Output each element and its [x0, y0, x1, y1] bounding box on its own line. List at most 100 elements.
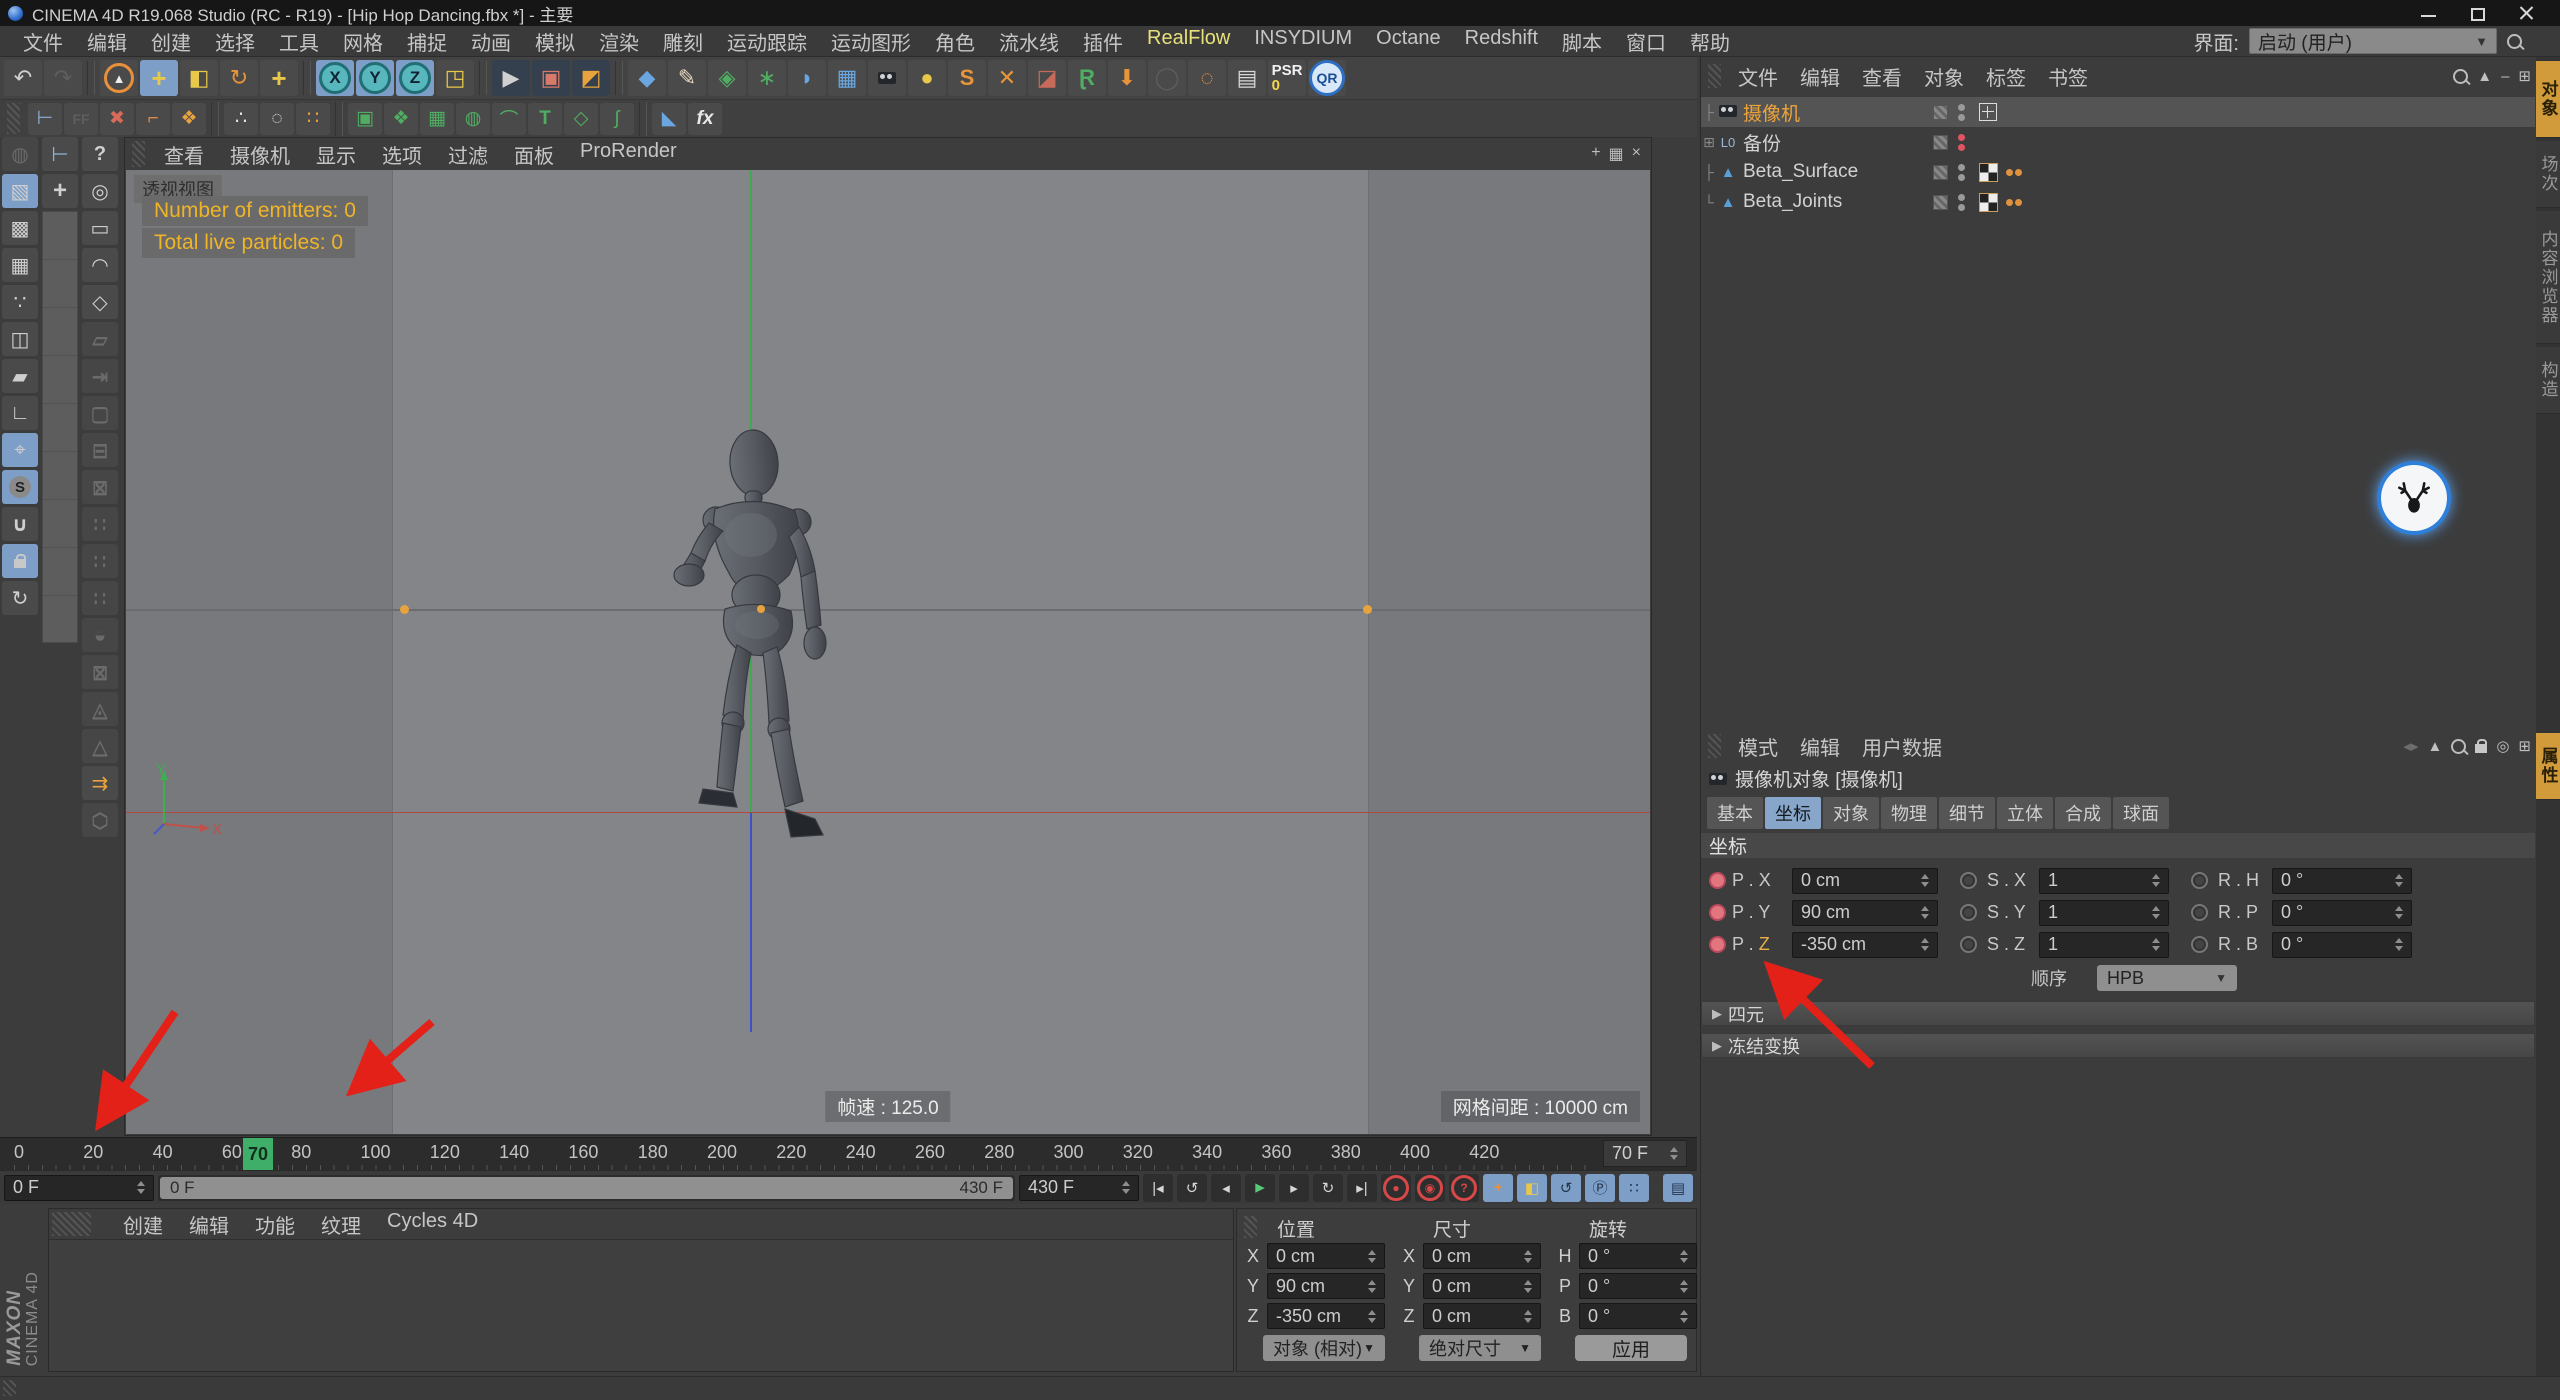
dashed-selection-button[interactable]: ◌: [1188, 60, 1226, 96]
magnet-button[interactable]: ∪: [2, 507, 38, 541]
quaternion-section[interactable]: ▶ 四元: [1701, 1001, 2535, 1026]
main-menu-item-19[interactable]: Redshift: [1454, 25, 1549, 58]
bridge-tool-icon[interactable]: ⊟: [82, 433, 118, 467]
y-axis-lock-button[interactable]: Y: [356, 60, 394, 96]
material-menu-item-3[interactable]: 纹理: [308, 1208, 374, 1241]
points-grid-icon[interactable]: ∷: [82, 507, 118, 541]
transfer-dots-icon[interactable]: ⇉: [82, 766, 118, 800]
position-mode-dropdown[interactable]: 对象 (相对) ▼: [1263, 1335, 1385, 1361]
joint-chain-button[interactable]: ⌒: [492, 102, 526, 135]
attribute-tab-4[interactable]: 细节: [1939, 797, 1995, 829]
hierarchy-button[interactable]: ⊢: [28, 102, 62, 135]
play-button[interactable]: ▸: [1245, 1173, 1275, 1202]
visibility-dots[interactable]: [1958, 163, 1965, 181]
material-menu-item-1[interactable]: 编辑: [176, 1208, 242, 1241]
main-menu-item-21[interactable]: 窗口: [1615, 25, 1677, 58]
om-path-up-icon[interactable]: ▲: [2477, 68, 2492, 85]
keyframe-dot-px[interactable]: [1709, 872, 1726, 889]
visibility-box-icon[interactable]: ⊠: [82, 655, 118, 689]
pos-y-field[interactable]: 90 cm: [1267, 1273, 1385, 1299]
om-filter-icon[interactable]: ‒: [2501, 68, 2509, 85]
keyframe-selection-button[interactable]: ?: [1449, 1173, 1479, 1202]
om-search-icon[interactable]: [2453, 68, 2469, 84]
viewport-layout-icon[interactable]: ▦: [1609, 144, 1624, 164]
phong-tag-icon[interactable]: [2006, 168, 2022, 176]
workplane-lock-button[interactable]: [2, 544, 38, 578]
layer-toggle[interactable]: [1933, 164, 1948, 180]
goto-start-button[interactable]: |◂: [1143, 1173, 1173, 1202]
keyframe-dot-py[interactable]: [1709, 904, 1726, 921]
rot-b-field[interactable]: 0 °: [1579, 1303, 1697, 1329]
apply-button[interactable]: 应用: [1575, 1335, 1687, 1361]
coords-grip[interactable]: [1244, 1216, 1257, 1238]
extrude-tool-icon[interactable]: ▱: [82, 322, 118, 356]
circle-dots-button[interactable]: ◌: [260, 102, 294, 135]
move-small-button[interactable]: +: [42, 174, 78, 208]
main-menu-item-11[interactable]: 运动跟踪: [716, 25, 818, 58]
main-menu-item-3[interactable]: 选择: [204, 25, 266, 58]
triangulate-icon[interactable]: ◬: [82, 692, 118, 726]
viewport-menu-item-5[interactable]: 面板: [501, 138, 567, 171]
am-menu-item-1[interactable]: 编辑: [1789, 730, 1851, 763]
clapboard-button[interactable]: ◪: [1028, 60, 1066, 96]
main-menu-item-15[interactable]: 插件: [1072, 25, 1134, 58]
rb-field[interactable]: 0 °: [2272, 931, 2412, 958]
joint-align-button[interactable]: ❖: [172, 102, 206, 135]
main-menu-item-6[interactable]: 捕捉: [396, 25, 458, 58]
viewport-canvas[interactable]: 透视视图 Number of emitters: 0 Total live pa…: [126, 170, 1650, 1134]
scale-tool[interactable]: ◧: [180, 60, 218, 96]
model-mode-button[interactable]: ▧: [2, 174, 38, 208]
points-mode-button[interactable]: ∵: [2, 285, 38, 319]
object-row-camera[interactable]: ├ 摄像机: [1701, 97, 2535, 127]
maximize-button[interactable]: [2470, 7, 2485, 21]
om-menu-item-5[interactable]: 书签: [2037, 60, 2099, 93]
om-menu-item-0[interactable]: 文件: [1727, 60, 1789, 93]
main-menu-item-4[interactable]: 工具: [268, 25, 330, 58]
key-position-button[interactable]: +: [1483, 1173, 1513, 1202]
rot-h-field[interactable]: 0 °: [1579, 1243, 1697, 1269]
pz-field[interactable]: -350 cm: [1792, 931, 1938, 958]
qr-button[interactable]: QR: [1308, 60, 1346, 96]
texture-tag-icon[interactable]: [1979, 192, 1998, 212]
bevel-tool-icon[interactable]: ▢: [82, 396, 118, 430]
layer-toggle[interactable]: [1933, 104, 1948, 120]
floor-button[interactable]: ▦: [828, 60, 866, 96]
key-scale-button[interactable]: ◧: [1517, 1173, 1547, 1202]
am-search-icon[interactable]: [2451, 738, 2467, 754]
key-parameter-button[interactable]: Ⓟ: [1585, 1173, 1615, 1202]
am-lock-icon[interactable]: [2475, 738, 2488, 753]
main-menu-item-16[interactable]: RealFlow: [1136, 25, 1241, 58]
psr-button[interactable]: PSR 0: [1268, 60, 1306, 96]
sphere-wire-button[interactable]: ◯: [1148, 60, 1186, 96]
range-start-field[interactable]: 0 F: [4, 1174, 154, 1201]
main-menu-item-13[interactable]: 角色: [924, 25, 986, 58]
key-point-level-button[interactable]: ∷: [1619, 1173, 1649, 1202]
texture-mode-button[interactable]: ▩: [2, 211, 38, 245]
next-frame-button[interactable]: ▸: [1279, 1173, 1309, 1202]
visibility-eye-icon[interactable]: ◒: [82, 618, 118, 652]
main-menu-item-20[interactable]: 脚本: [1551, 25, 1613, 58]
main-menu-item-12[interactable]: 运动图形: [820, 25, 922, 58]
am-pick-icon[interactable]: ▲: [2427, 738, 2442, 755]
undo-button[interactable]: ↶: [4, 60, 42, 96]
viewport-menu-item-2[interactable]: 显示: [303, 138, 369, 171]
main-menu-item-1[interactable]: 编辑: [76, 25, 138, 58]
x-axis-lock-button[interactable]: X: [316, 60, 354, 96]
redo-button[interactable]: ↷: [44, 60, 82, 96]
attribute-tab-6[interactable]: 合成: [2055, 797, 2111, 829]
polygons-mode-button[interactable]: ▰: [2, 359, 38, 393]
material-grip[interactable]: [52, 1212, 91, 1236]
camera-active-icon[interactable]: [1979, 103, 1997, 121]
extrude-inner-tool-icon[interactable]: ⇥: [82, 359, 118, 393]
sy-field[interactable]: 1: [2039, 899, 2169, 926]
viewport-menu-item-3[interactable]: 选项: [369, 138, 435, 171]
main-menu-item-7[interactable]: 动画: [460, 25, 522, 58]
pos-z-field[interactable]: -350 cm: [1267, 1303, 1385, 1329]
main-menu-item-10[interactable]: 雕刻: [652, 25, 714, 58]
main-menu-item-0[interactable]: 文件: [12, 25, 74, 58]
minimize-button[interactable]: [2421, 7, 2436, 20]
viewport-menu-item-6[interactable]: ProRender: [567, 138, 690, 171]
autokey-button[interactable]: ◉: [1415, 1173, 1445, 1202]
tab-attributes[interactable]: 属性: [2536, 733, 2560, 800]
timeline-ruler[interactable]: 0 20 40 60 80 100 120 140 160 180 200 220 240 260 280 3…: [0, 1137, 1697, 1171]
